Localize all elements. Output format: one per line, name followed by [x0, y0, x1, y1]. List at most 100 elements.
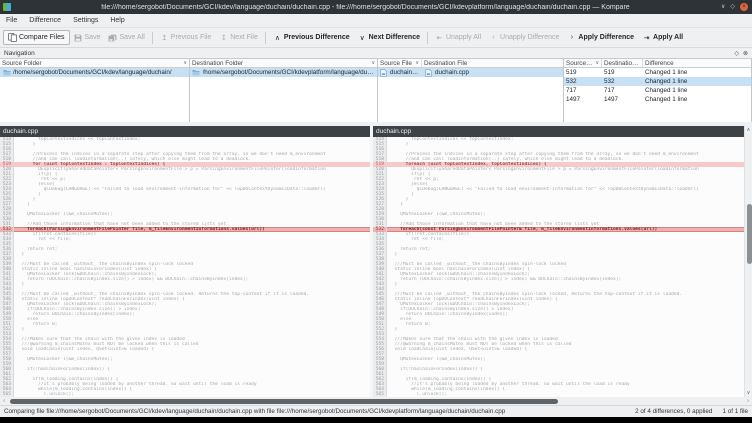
destination-code-view[interactable]: 514 topContextIndices << topContextIndex… — [373, 137, 744, 397]
column-header-source-line[interactable]: Source Line∨ — [564, 59, 602, 67]
list-cell-text: Changed 1 line — [645, 78, 687, 85]
list-cell-text: Changed 1 line — [645, 69, 687, 76]
horizontal-scroll-thumb[interactable] — [10, 399, 558, 404]
dock-float-icon[interactable]: ◇ — [734, 50, 739, 57]
column-header-difference[interactable]: Difference — [643, 59, 751, 67]
scroll-left-icon[interactable]: ‹ — [0, 398, 8, 404]
close-icon[interactable]: × — [740, 3, 748, 11]
list-cell: Changed 1 line — [643, 68, 751, 77]
save-all-icon — [108, 34, 117, 42]
previous-file-icon: ↥ — [160, 34, 169, 42]
column-header-label: Source Folder — [2, 60, 42, 67]
screen-background — [0, 417, 752, 423]
list-cell-text: duchain.cpp — [435, 69, 469, 76]
scroll-up-icon[interactable]: ∧ — [747, 126, 751, 134]
list-item[interactable]: 532532Changed 1 line — [564, 77, 751, 86]
menubar: FileDifferenceSettingsHelp — [0, 14, 752, 28]
statusbar: Comparing file file:///home/sergobot/Doc… — [0, 405, 752, 417]
toolbar-apply-all-button[interactable]: ⇥Apply All — [638, 32, 687, 44]
navigation-dock-title: Navigation — [4, 50, 734, 57]
toolbar-previous-file-button: ↥Previous File — [156, 32, 215, 44]
toolbar-apply-difference-button[interactable]: ›Apply Difference — [563, 32, 638, 43]
toolbar-previous-difference-button[interactable]: ∧Previous Difference — [269, 32, 354, 44]
nav-panel-destination-folder: Destination Folder∨ /home/sergobot/Docume… — [190, 59, 378, 122]
list-cell: 519 — [602, 68, 643, 77]
column-header-destination-line[interactable]: Destination Line — [602, 59, 643, 67]
status-diff-count: 2 of 4 differences, 0 applied — [635, 408, 712, 415]
folder-icon — [192, 69, 201, 76]
column-header-destination-folder[interactable]: Destination Folder∨ — [190, 59, 377, 67]
nav-header-source-folder: Source Folder∨ — [0, 59, 189, 68]
toolbar-unapply-difference-button: ‹Unapply Difference — [485, 32, 563, 43]
nav-header-destination-folder: Destination Folder∨ — [190, 59, 377, 68]
column-header-label: Source Line — [566, 60, 593, 67]
diff-pane-right: duchain.cpp 514 topContextIndices << top… — [373, 126, 744, 397]
vertical-scrollbar[interactable]: ∧ ∨ — [744, 126, 752, 397]
nav-list-lines: 519519Changed 1 line532532Changed 1 line… — [564, 68, 751, 122]
scroll-right-icon[interactable]: › — [744, 398, 752, 404]
folder-icon — [2, 69, 11, 76]
toolbar-unapply-all-label: Unapply All — [446, 34, 481, 41]
list-cell: 532 — [602, 77, 643, 86]
toolbar-separator — [152, 32, 153, 44]
unapply-all-icon: ⇤ — [435, 34, 444, 42]
toolbar-next-difference-label: Next Difference — [369, 34, 420, 41]
list-item[interactable]: 14971497Changed 1 line — [564, 95, 751, 104]
dock-close-icon[interactable]: ⊗ — [743, 50, 748, 57]
vertical-scroll-track[interactable] — [745, 134, 752, 389]
nav-list-source-folder: /home/sergobot/Documents/GCI/kdev/langua… — [0, 68, 189, 122]
nav-list-files: duchain.cpp duchain.cpp — [378, 68, 563, 122]
list-item[interactable]: /home/sergobot/Documents/GCI/kdev/langua… — [0, 68, 189, 77]
list-cell: Changed 1 line — [643, 77, 751, 86]
horizontal-scroll-track[interactable] — [8, 397, 744, 405]
list-cell-text: 519 — [566, 69, 577, 76]
list-item[interactable]: /home/sergobot/Documents/GCI/kdevplatfor… — [190, 68, 377, 77]
column-header-label: Difference — [645, 60, 674, 67]
nav-header-lines: Source Line∨Destination LineDifference — [564, 59, 751, 68]
navigation-panel: Source Folder∨ /home/sergobot/Documents/G… — [0, 58, 752, 122]
toolbar-compare-files-label: Compare Files — [19, 34, 65, 41]
list-cell-text: /home/sergobot/Documents/GCI/kdevplatfor… — [203, 69, 375, 76]
column-header-source-folder[interactable]: Source Folder∨ — [0, 59, 189, 67]
list-item[interactable]: 519519Changed 1 line — [564, 68, 751, 77]
maximize-icon[interactable]: ◇ — [730, 3, 735, 11]
cpp-file-icon — [424, 69, 433, 77]
toolbar-compare-files-button[interactable]: Compare Files — [3, 30, 70, 45]
menu-help[interactable]: Help — [104, 14, 130, 27]
toolbar-separator — [265, 32, 266, 44]
toolbar-save-all-button: Save All — [104, 32, 148, 44]
list-cell-text: /home/sergobot/Documents/GCI/kdev/langua… — [13, 69, 172, 76]
vertical-scroll-thumb[interactable] — [747, 204, 752, 264]
previous-difference-icon: ∧ — [273, 34, 282, 42]
minimize-icon[interactable]: ∨ — [721, 3, 725, 11]
kompare-window: file:///home/sergobot/Documents/GCI/kdev… — [0, 0, 752, 423]
list-cell: 532 — [564, 77, 602, 86]
list-cell-text: 1497 — [604, 96, 618, 103]
toolbar-previous-difference-label: Previous Difference — [284, 34, 350, 41]
source-code-view[interactable]: 514 topContextIndices << topContextIndex… — [0, 137, 370, 397]
titlebar[interactable]: file:///home/sergobot/Documents/GCI/kdev… — [0, 0, 752, 14]
scroll-down-icon[interactable]: ∨ — [747, 389, 751, 397]
menu-file[interactable]: File — [0, 14, 23, 27]
navigation-dock-header: Navigation ◇ ⊗ — [0, 47, 752, 58]
diff-view: duchain.cpp 514 topContextIndices << top… — [0, 126, 752, 397]
menu-settings[interactable]: Settings — [67, 14, 104, 27]
column-header-source-file[interactable]: Source File∨ — [378, 59, 422, 67]
list-cell-text: 532 — [566, 78, 577, 85]
destination-pane-title: duchain.cpp — [373, 126, 744, 137]
list-item[interactable]: 717717 Changed 1 line — [564, 86, 751, 95]
list-cell-text: 1497 — [566, 96, 580, 103]
list-cell: Changed 1 line — [643, 86, 751, 95]
compare-files-icon — [8, 33, 17, 42]
list-cell: 1497 — [564, 95, 602, 104]
list-cell: 717 — [564, 86, 602, 95]
toolbar-next-difference-button[interactable]: ∨Next Difference — [354, 32, 424, 44]
list-item[interactable]: duchain.cpp duchain.cpp — [378, 68, 563, 77]
horizontal-scrollbar[interactable]: ‹ › — [0, 397, 752, 405]
list-cell-text: 717 — [604, 87, 615, 94]
source-pane-title: duchain.cpp — [0, 126, 370, 137]
menu-difference[interactable]: Difference — [23, 14, 67, 27]
list-cell: duchain.cpp — [378, 68, 422, 77]
column-header-label: Source File — [380, 60, 412, 67]
column-header-destination-file[interactable]: Destination File — [422, 59, 563, 67]
